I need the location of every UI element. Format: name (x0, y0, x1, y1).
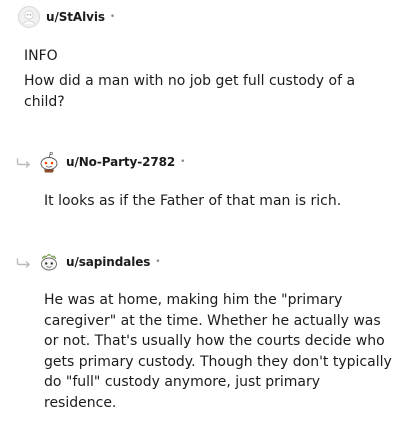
comment-body: How did a man with no job get full custo… (24, 73, 356, 110)
comment-header: u/StAlvis • (18, 6, 116, 28)
separator-dot: • (155, 257, 161, 267)
snoo-avatar-icon[interactable] (38, 151, 60, 173)
username[interactable]: u/sapindales (66, 255, 150, 269)
comment-header: u/No-Party-2782 • (38, 151, 186, 173)
comment-header: u/sapindales • (38, 252, 161, 272)
snoo-avatar-icon[interactable] (38, 251, 60, 273)
separator-dot: • (180, 157, 186, 167)
flair-text: INFO (24, 48, 58, 64)
reply-arrow-icon (16, 158, 32, 168)
username[interactable]: u/No-Party-2782 (66, 155, 175, 169)
username[interactable]: u/StAlvis (46, 10, 105, 24)
reply-arrow-icon (16, 258, 32, 268)
comment-body: He was at home, making him the "primary … (44, 292, 392, 411)
snoo-avatar-icon[interactable] (18, 6, 40, 28)
separator-dot: • (109, 12, 116, 22)
comment-body: It looks as if the Father of that man is… (44, 193, 342, 209)
